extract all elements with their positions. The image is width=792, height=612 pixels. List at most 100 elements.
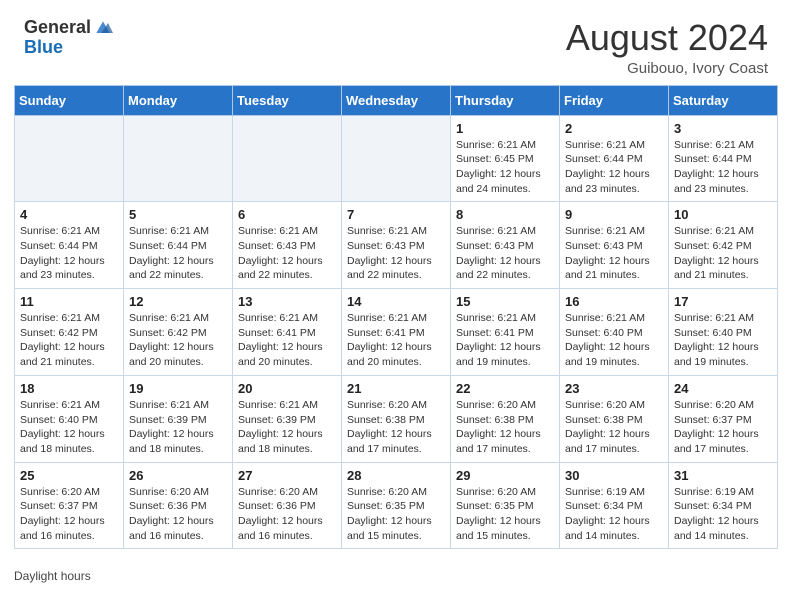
cell-info: Sunrise: 6:21 AM Sunset: 6:43 PM Dayligh… — [565, 224, 663, 283]
cell-info: Sunrise: 6:21 AM Sunset: 6:41 PM Dayligh… — [347, 311, 445, 370]
calendar-cell: 31 Sunrise: 6:19 AM Sunset: 6:34 PM Dayli… — [669, 462, 778, 549]
cell-info: Sunrise: 6:20 AM Sunset: 6:36 PM Dayligh… — [129, 485, 227, 544]
calendar-cell: 9 Sunrise: 6:21 AM Sunset: 6:43 PM Daylig… — [560, 202, 669, 289]
day-number: 27 — [238, 468, 336, 483]
cell-info: Sunrise: 6:21 AM Sunset: 6:41 PM Dayligh… — [456, 311, 554, 370]
cell-info: Sunrise: 6:20 AM Sunset: 6:38 PM Dayligh… — [565, 398, 663, 457]
calendar-cell: 8 Sunrise: 6:21 AM Sunset: 6:43 PM Daylig… — [451, 202, 560, 289]
calendar-cell: 15 Sunrise: 6:21 AM Sunset: 6:41 PM Dayli… — [451, 289, 560, 376]
footer: Daylight hours — [0, 563, 792, 587]
calendar-cell: 23Sunrise: 6:20 AM Sunset: 6:38 PM Dayli… — [560, 375, 669, 462]
calendar-cell: 10Sunrise: 6:21 AM Sunset: 6:42 PM Dayli… — [669, 202, 778, 289]
calendar-cell: 13 Sunrise: 6:21 AM Sunset: 6:41 PM Dayli… — [233, 289, 342, 376]
cell-info: Sunrise: 6:19 AM Sunset: 6:34 PM Dayligh… — [674, 485, 772, 544]
cell-info: Sunrise: 6:21 AM Sunset: 6:44 PM Dayligh… — [20, 224, 118, 283]
logo-icon — [93, 18, 113, 38]
cell-info: Sunrise: 6:21 AM Sunset: 6:40 PM Dayligh… — [674, 311, 772, 370]
calendar-cell: 14 Sunrise: 6:21 AM Sunset: 6:41 PM Dayli… — [342, 289, 451, 376]
week-row-1: 1 Sunrise: 6:21 AM Sunset: 6:45 PM Daylig… — [15, 115, 778, 202]
week-row-4: 18Sunrise: 6:21 AM Sunset: 6:40 PM Dayli… — [15, 375, 778, 462]
calendar-cell: 21 Sunrise: 6:20 AM Sunset: 6:38 PM Dayli… — [342, 375, 451, 462]
cell-info: Sunrise: 6:21 AM Sunset: 6:40 PM Dayligh… — [565, 311, 663, 370]
calendar-cell: 25Sunrise: 6:20 AM Sunset: 6:37 PM Dayli… — [15, 462, 124, 549]
cell-info: Sunrise: 6:21 AM Sunset: 6:43 PM Dayligh… — [347, 224, 445, 283]
cell-info: Sunrise: 6:19 AM Sunset: 6:34 PM Dayligh… — [565, 485, 663, 544]
col-header-tuesday: Tuesday — [233, 85, 342, 115]
title-block: August 2024 Guibouo, Ivory Coast — [566, 18, 768, 77]
calendar-cell: 24Sunrise: 6:20 AM Sunset: 6:37 PM Dayli… — [669, 375, 778, 462]
cell-info: Sunrise: 6:21 AM Sunset: 6:41 PM Dayligh… — [238, 311, 336, 370]
cell-info: Sunrise: 6:21 AM Sunset: 6:42 PM Dayligh… — [674, 224, 772, 283]
col-header-sunday: Sunday — [15, 85, 124, 115]
logo-blue: Blue — [24, 38, 63, 58]
calendar-cell: 22 Sunrise: 6:20 AM Sunset: 6:38 PM Dayli… — [451, 375, 560, 462]
day-number: 13 — [238, 294, 336, 309]
calendar-cell — [342, 115, 451, 202]
day-number: 31 — [674, 468, 772, 483]
footer-label: Daylight hours — [14, 569, 91, 583]
cell-info: Sunrise: 6:21 AM Sunset: 6:43 PM Dayligh… — [456, 224, 554, 283]
cell-info: Sunrise: 6:20 AM Sunset: 6:36 PM Dayligh… — [238, 485, 336, 544]
calendar-cell: 20 Sunrise: 6:21 AM Sunset: 6:39 PM Dayli… — [233, 375, 342, 462]
cell-info: Sunrise: 6:21 AM Sunset: 6:42 PM Dayligh… — [20, 311, 118, 370]
day-number: 26 — [129, 468, 227, 483]
cell-info: Sunrise: 6:20 AM Sunset: 6:37 PM Dayligh… — [20, 485, 118, 544]
cell-info: Sunrise: 6:21 AM Sunset: 6:39 PM Dayligh… — [238, 398, 336, 457]
cell-info: Sunrise: 6:20 AM Sunset: 6:35 PM Dayligh… — [347, 485, 445, 544]
calendar-cell: 5 Sunrise: 6:21 AM Sunset: 6:44 PM Daylig… — [124, 202, 233, 289]
calendar-wrapper: SundayMondayTuesdayWednesdayThursdayFrid… — [0, 85, 792, 564]
day-number: 24 — [674, 381, 772, 396]
col-header-monday: Monday — [124, 85, 233, 115]
calendar-cell: 18Sunrise: 6:21 AM Sunset: 6:40 PM Dayli… — [15, 375, 124, 462]
calendar-cell: 1 Sunrise: 6:21 AM Sunset: 6:45 PM Daylig… — [451, 115, 560, 202]
day-number: 21 — [347, 381, 445, 396]
day-number: 28 — [347, 468, 445, 483]
day-number: 20 — [238, 381, 336, 396]
calendar-cell: 12 Sunrise: 6:21 AM Sunset: 6:42 PM Dayli… — [124, 289, 233, 376]
day-number: 8 — [456, 207, 554, 222]
header: General Blue August 2024 Guibouo, Ivory … — [0, 0, 792, 85]
calendar-table: SundayMondayTuesdayWednesdayThursdayFrid… — [14, 85, 778, 550]
col-header-wednesday: Wednesday — [342, 85, 451, 115]
calendar-cell: 6 Sunrise: 6:21 AM Sunset: 6:43 PM Daylig… — [233, 202, 342, 289]
calendar-cell: 26 Sunrise: 6:20 AM Sunset: 6:36 PM Dayli… — [124, 462, 233, 549]
month-title: August 2024 — [566, 18, 768, 58]
calendar-cell: 30 Sunrise: 6:19 AM Sunset: 6:34 PM Dayli… — [560, 462, 669, 549]
col-header-friday: Friday — [560, 85, 669, 115]
day-number: 19 — [129, 381, 227, 396]
day-number: 6 — [238, 207, 336, 222]
week-row-3: 11Sunrise: 6:21 AM Sunset: 6:42 PM Dayli… — [15, 289, 778, 376]
cell-info: Sunrise: 6:21 AM Sunset: 6:42 PM Dayligh… — [129, 311, 227, 370]
cell-info: Sunrise: 6:20 AM Sunset: 6:38 PM Dayligh… — [456, 398, 554, 457]
calendar-cell: 28 Sunrise: 6:20 AM Sunset: 6:35 PM Dayli… — [342, 462, 451, 549]
logo: General Blue — [24, 18, 113, 58]
day-number: 16 — [565, 294, 663, 309]
day-number: 15 — [456, 294, 554, 309]
col-header-saturday: Saturday — [669, 85, 778, 115]
calendar-cell: 4Sunrise: 6:21 AM Sunset: 6:44 PM Daylig… — [15, 202, 124, 289]
cell-info: Sunrise: 6:21 AM Sunset: 6:43 PM Dayligh… — [238, 224, 336, 283]
week-row-2: 4Sunrise: 6:21 AM Sunset: 6:44 PM Daylig… — [15, 202, 778, 289]
day-number: 14 — [347, 294, 445, 309]
cell-info: Sunrise: 6:21 AM Sunset: 6:45 PM Dayligh… — [456, 138, 554, 197]
subtitle: Guibouo, Ivory Coast — [566, 60, 768, 77]
day-number: 18 — [20, 381, 118, 396]
col-header-thursday: Thursday — [451, 85, 560, 115]
calendar-cell: 27 Sunrise: 6:20 AM Sunset: 6:36 PM Dayli… — [233, 462, 342, 549]
header-row: SundayMondayTuesdayWednesdayThursdayFrid… — [15, 85, 778, 115]
week-row-5: 25Sunrise: 6:20 AM Sunset: 6:37 PM Dayli… — [15, 462, 778, 549]
day-number: 17 — [674, 294, 772, 309]
cell-info: Sunrise: 6:20 AM Sunset: 6:38 PM Dayligh… — [347, 398, 445, 457]
day-number: 22 — [456, 381, 554, 396]
day-number: 9 — [565, 207, 663, 222]
calendar-cell — [15, 115, 124, 202]
cell-info: Sunrise: 6:21 AM Sunset: 6:39 PM Dayligh… — [129, 398, 227, 457]
day-number: 5 — [129, 207, 227, 222]
cell-info: Sunrise: 6:21 AM Sunset: 6:44 PM Dayligh… — [129, 224, 227, 283]
cell-info: Sunrise: 6:20 AM Sunset: 6:35 PM Dayligh… — [456, 485, 554, 544]
calendar-cell: 7Sunrise: 6:21 AM Sunset: 6:43 PM Daylig… — [342, 202, 451, 289]
day-number: 12 — [129, 294, 227, 309]
day-number: 30 — [565, 468, 663, 483]
cell-info: Sunrise: 6:21 AM Sunset: 6:44 PM Dayligh… — [674, 138, 772, 197]
day-number: 1 — [456, 121, 554, 136]
